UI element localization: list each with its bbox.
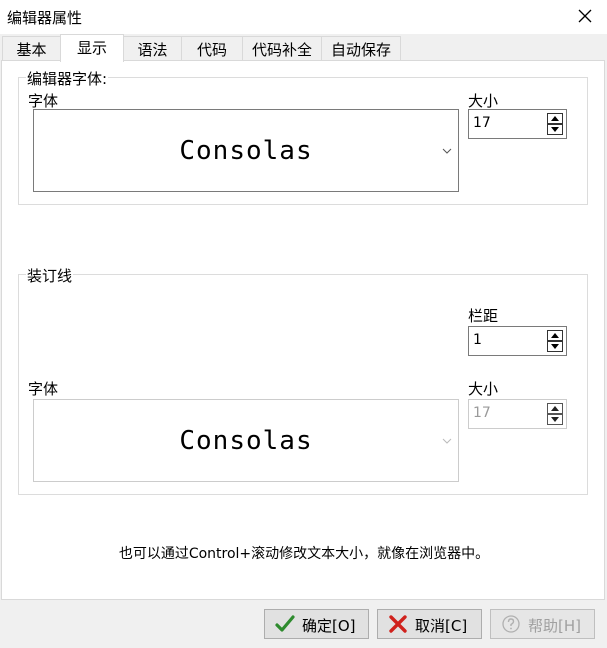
gutter-margin-spinner[interactable]: 1 bbox=[468, 326, 567, 356]
gutter-margin-value: 1 bbox=[473, 332, 482, 348]
gutter-font-value: Consolas bbox=[179, 425, 313, 456]
editor-font-value: Consolas bbox=[179, 135, 313, 166]
tab-syntax[interactable]: 语法 bbox=[123, 36, 182, 61]
ok-button-label: 确定[O] bbox=[302, 617, 356, 635]
chevron-down-icon bbox=[442, 148, 452, 154]
spin-arrows-icon[interactable] bbox=[547, 403, 563, 425]
title-bar: 编辑器属性 bbox=[0, 0, 607, 34]
checkmark-icon bbox=[275, 615, 295, 632]
hint-text: 也可以通过Control+滚动修改文本大小，就像在浏览器中。 bbox=[118, 546, 490, 562]
tab-code[interactable]: 代码 bbox=[181, 36, 243, 61]
cross-icon bbox=[389, 615, 407, 633]
tab-basic[interactable]: 基本 bbox=[2, 36, 61, 61]
help-button-label: 帮助[H] bbox=[528, 617, 581, 635]
help-icon bbox=[502, 615, 520, 633]
ok-button[interactable]: 确定[O] bbox=[264, 609, 369, 639]
tab-code-completion[interactable]: 代码补全 bbox=[242, 36, 322, 61]
gutter-size-value: 17 bbox=[473, 405, 491, 421]
tab-display[interactable]: 显示 bbox=[60, 34, 124, 62]
editor-font-label: 字体 bbox=[28, 92, 59, 110]
editor-size-value: 17 bbox=[473, 115, 491, 131]
gutter-font-label: 字体 bbox=[28, 380, 59, 398]
window-title: 编辑器属性 bbox=[7, 9, 83, 27]
gutter-margin-label: 栏距 bbox=[468, 307, 499, 325]
editor-size-label: 大小 bbox=[468, 92, 499, 110]
spin-arrows-icon[interactable] bbox=[547, 113, 563, 135]
editor-font-select[interactable]: Consolas bbox=[33, 109, 459, 192]
gutter-size-label: 大小 bbox=[468, 380, 499, 398]
display-tab-panel: 编辑器字体: 字体 Consolas 大小 17 装订线 栏距 1 字体 Con… bbox=[1, 60, 605, 600]
tab-bar: 基本 显示 语法 代码 代码补全 自动保存 bbox=[0, 34, 607, 62]
editor-font-group-title: 编辑器字体: bbox=[26, 68, 109, 89]
gutter-size-spinner[interactable]: 17 bbox=[468, 399, 567, 429]
chevron-down-icon bbox=[442, 438, 452, 444]
gutter-font-select[interactable]: Consolas bbox=[33, 399, 459, 482]
editor-size-spinner[interactable]: 17 bbox=[468, 109, 567, 139]
cancel-button-label: 取消[C] bbox=[415, 617, 468, 635]
cancel-button[interactable]: 取消[C] bbox=[377, 609, 482, 639]
spin-arrows-icon[interactable] bbox=[547, 330, 563, 352]
close-icon[interactable] bbox=[575, 6, 595, 26]
tab-autosave[interactable]: 自动保存 bbox=[321, 36, 401, 61]
help-button[interactable]: 帮助[H] bbox=[490, 609, 595, 639]
gutter-group-title: 装订线 bbox=[26, 265, 74, 286]
